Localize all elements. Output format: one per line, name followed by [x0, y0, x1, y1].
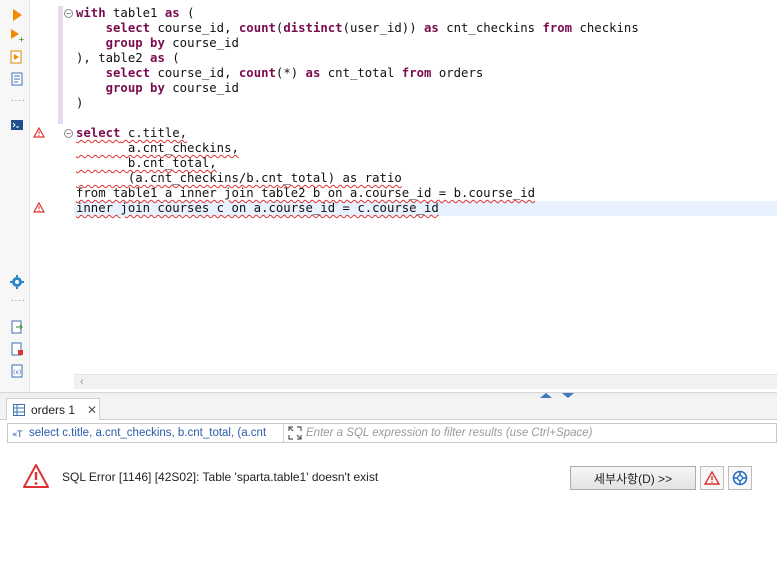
query-text-link[interactable]: «T select c.title, a.cnt_checkins, b.cnt… — [8, 427, 283, 439]
sql-keyword: as — [150, 51, 165, 65]
results-tab-strip: orders 1 ✕ — [0, 398, 777, 420]
warning-icon — [704, 471, 720, 485]
gear-icon[interactable] — [10, 275, 24, 289]
code-token: ), table2 — [76, 51, 151, 65]
code-line[interactable]: inner join courses c on a.course_id = c.… — [76, 201, 777, 216]
code-line[interactable]: a.cnt_checkins, — [76, 141, 777, 156]
fold-collapse-icon[interactable]: − — [64, 9, 73, 18]
code-token: course_id — [164, 36, 239, 50]
sql-keyword: count — [238, 21, 276, 35]
variables-icon[interactable]: (x) — [10, 364, 24, 378]
code-token: (a.cnt_checkins/b.cnt_total) as ratio — [76, 171, 402, 185]
sql-keyword: as — [164, 6, 180, 20]
sql-keyword: from — [542, 21, 573, 35]
sql-keyword: count — [238, 66, 276, 80]
code-token: from table1 a inner join table2 b on a.c… — [76, 186, 536, 200]
details-button[interactable]: 세부사항(D) >> — [570, 466, 696, 490]
sql-keyword: as — [424, 21, 439, 35]
code-token: (user_id)) — [342, 21, 424, 35]
execute-statement-icon[interactable] — [10, 8, 24, 22]
sql-keyword: select — [76, 126, 121, 140]
code-token: a.cnt_checkins, — [76, 141, 239, 155]
sql-text-icon: «T — [12, 430, 23, 438]
show-error-log-button[interactable] — [700, 466, 724, 490]
error-log-icon[interactable] — [10, 342, 24, 356]
warning-icon[interactable] — [33, 127, 45, 138]
sql-keyword: distinct — [283, 21, 343, 35]
sql-editor[interactable]: + ···· ···· (x) − − with table1 as (sel… — [0, 0, 777, 392]
table-grid-icon — [13, 403, 25, 416]
code-line[interactable]: select course_id, count(distinct(user_id… — [76, 21, 777, 36]
warning-icon[interactable] — [33, 202, 45, 213]
editor-gutter — [30, 0, 58, 392]
execute-new-tab-icon[interactable]: + — [10, 28, 24, 42]
console-icon[interactable] — [10, 118, 24, 132]
code-line[interactable] — [76, 111, 777, 126]
tab-label: orders 1 — [31, 402, 76, 417]
code-token: ) — [76, 96, 84, 110]
code-token: inner join courses c on a.course_id = c.… — [76, 201, 439, 215]
code-token: checkins — [572, 21, 639, 35]
code-line[interactable]: b.cnt_total, — [76, 156, 777, 171]
code-token: course_id — [164, 81, 239, 95]
lifebuoy-icon — [732, 470, 748, 486]
fold-collapse-icon[interactable]: − — [64, 129, 73, 138]
sql-keyword: from — [401, 66, 432, 80]
svg-text:«T: «T — [12, 430, 23, 438]
sql-keyword: as — [305, 66, 321, 80]
sql-keyword: group by — [105, 81, 165, 95]
code-token: ( — [179, 6, 195, 20]
code-line[interactable]: ), table2 as ( — [76, 51, 777, 66]
svg-text:(x): (x) — [13, 369, 21, 376]
code-text[interactable]: with table1 as ( select course_id, count… — [76, 6, 777, 216]
error-message: SQL Error [1146] [42S02]: Table 'sparta.… — [62, 470, 379, 484]
tab-orders-1[interactable]: orders 1 ✕ — [6, 398, 100, 420]
horizontal-scrollbar[interactable]: ‹ — [74, 374, 777, 389]
code-line[interactable]: from table1 a inner join table2 b on a.c… — [76, 186, 777, 201]
code-line[interactable]: with table1 as ( — [76, 6, 777, 21]
code-token: cnt_checkins — [438, 21, 543, 35]
code-token: ( — [164, 51, 180, 65]
code-line[interactable]: ) — [76, 96, 777, 111]
toolbar-separator: ···· — [11, 296, 26, 305]
code-token: cnt_total — [320, 66, 402, 80]
error-message-row: SQL Error [1146] [42S02]: Table 'sparta.… — [0, 460, 777, 496]
code-line[interactable]: group by course_id — [76, 36, 777, 51]
editor-left-toolbar: + ···· ···· (x) — [0, 0, 30, 392]
query-block-marker — [58, 6, 63, 124]
sql-keyword: group by — [105, 36, 165, 50]
code-token: table1 — [105, 6, 165, 20]
code-token: course_id, — [150, 66, 239, 80]
help-button[interactable] — [728, 466, 752, 490]
filter-input[interactable] — [306, 427, 776, 439]
filter-bar: «T select c.title, a.cnt_checkins, b.cnt… — [7, 423, 777, 443]
code-token: b.cnt_total, — [76, 156, 217, 170]
explain-plan-icon[interactable] — [10, 72, 24, 86]
code-token: orders — [431, 66, 484, 80]
sql-keyword: with — [76, 6, 106, 20]
code-line[interactable]: select c.title, — [76, 126, 777, 141]
error-warning-icon — [23, 464, 49, 488]
code-token: c.title, — [120, 126, 188, 140]
code-line[interactable]: (a.cnt_checkins/b.cnt_total) as ratio — [76, 171, 777, 186]
results-panel: orders 1 ✕ «T select c.title, a.cnt_chec… — [0, 398, 777, 567]
close-icon[interactable]: ✕ — [87, 403, 97, 417]
svg-text:+: + — [18, 35, 24, 42]
execute-script-icon[interactable] — [10, 50, 24, 64]
query-echo-text: select c.title, a.cnt_checkins, b.cnt_to… — [29, 427, 267, 439]
code-token: course_id, — [150, 21, 239, 35]
code-token: (*) — [275, 66, 306, 80]
export-icon[interactable] — [10, 320, 24, 334]
sql-keyword: select — [105, 21, 151, 35]
sql-keyword: select — [105, 66, 151, 80]
toolbar-separator: ···· — [11, 96, 26, 105]
expand-filter-icon[interactable] — [284, 426, 306, 440]
code-line[interactable]: select course_id, count(*) as cnt_total … — [76, 66, 777, 81]
scroll-left-arrow-icon[interactable]: ‹ — [80, 376, 84, 388]
code-line[interactable]: group by course_id — [76, 81, 777, 96]
